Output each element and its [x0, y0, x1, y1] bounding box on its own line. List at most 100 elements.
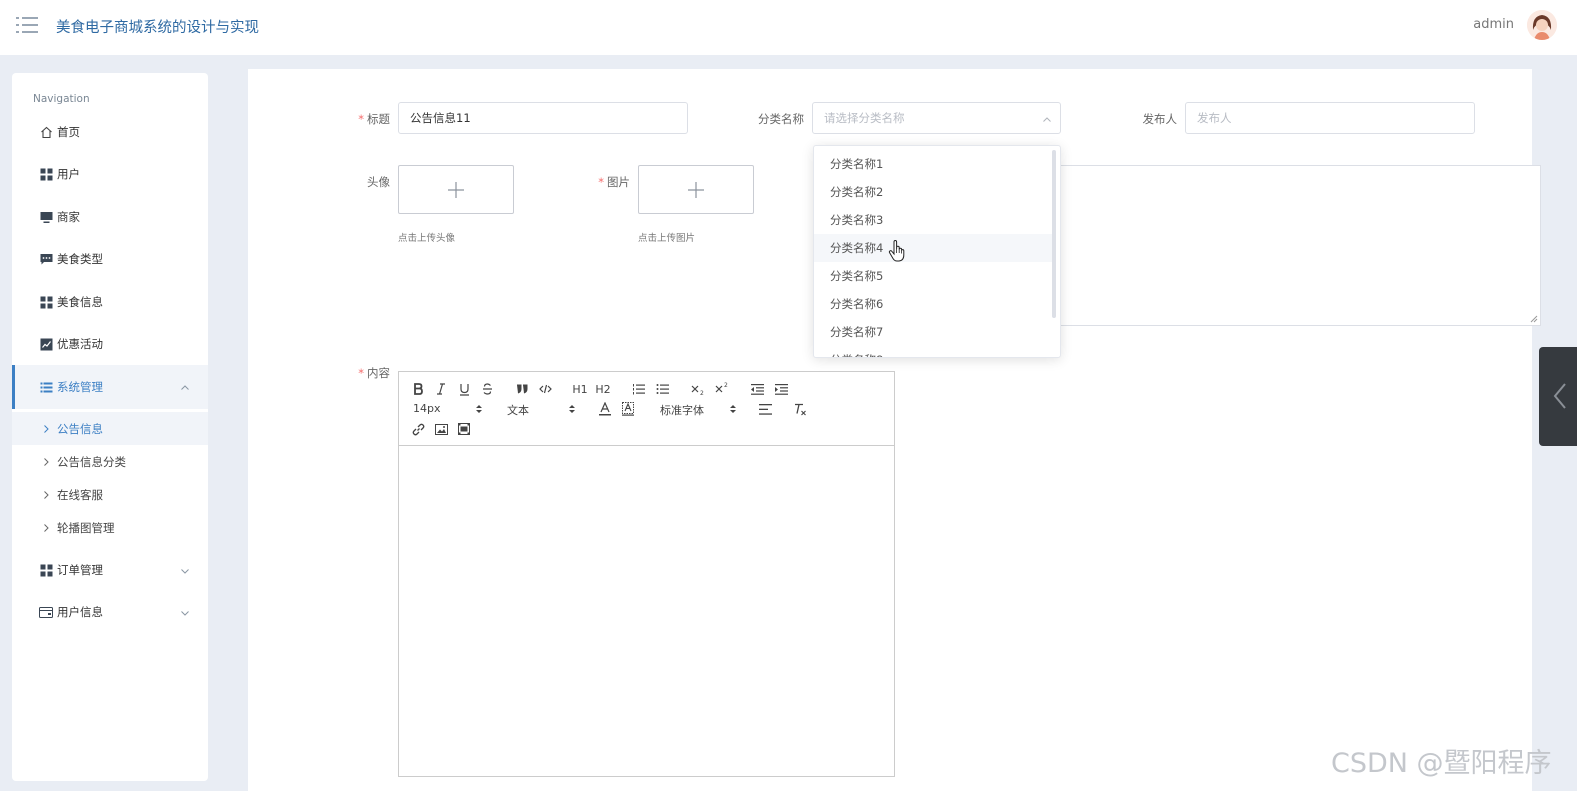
svg-text:2: 2	[700, 390, 704, 395]
rich-text-editor: H1 H2 2 2 14px 文本 标准字体	[398, 371, 895, 777]
font-size-select[interactable]: 14px	[413, 402, 441, 415]
clear-format-icon	[795, 403, 806, 415]
avatar[interactable]	[1527, 10, 1557, 40]
image-button[interactable]	[434, 421, 448, 437]
video-button[interactable]	[457, 421, 471, 437]
bold-button[interactable]	[411, 381, 425, 397]
outdent-button[interactable]	[750, 381, 764, 397]
sidebar: Navigation 首页 用户 商家 美食类型 美食信息 优惠活动 系统管理 …	[12, 73, 208, 781]
sidebar-item-promotions[interactable]: 优惠活动	[12, 327, 208, 361]
image-upload[interactable]	[638, 165, 754, 214]
sidebar-item-orders[interactable]: 订单管理	[12, 553, 208, 587]
chevron-right-icon	[41, 523, 51, 533]
sidebar-item-system[interactable]: 系统管理	[12, 365, 208, 409]
category-select[interactable]: 请选择分类名称	[812, 102, 1061, 134]
required-mark: *	[598, 175, 604, 189]
sidebar-item-merchants[interactable]: 商家	[12, 200, 208, 234]
sidebar-subitem-label: 在线客服	[57, 487, 103, 502]
menu-toggle-icon[interactable]	[16, 15, 38, 35]
avatar-label: 头像	[367, 175, 390, 189]
content-label: * 内容	[340, 365, 390, 381]
sidebar-item-user-info[interactable]: 用户信息	[12, 595, 208, 629]
subscript-button[interactable]: 2	[690, 381, 706, 397]
bullet-list-button[interactable]	[655, 381, 669, 397]
select-updown-icon	[729, 403, 737, 415]
grid-icon	[39, 295, 53, 309]
nav-heading: Navigation	[33, 93, 90, 105]
align-button[interactable]	[758, 401, 772, 417]
bullet-list-icon	[656, 384, 669, 394]
link-button[interactable]	[411, 421, 425, 437]
sidebar-item-home[interactable]: 首页	[12, 115, 208, 149]
hand-cursor-icon	[888, 239, 906, 262]
sidebar-item-food-info[interactable]: 美食信息	[12, 285, 208, 319]
indent-button[interactable]	[774, 381, 788, 397]
plus-icon	[447, 181, 465, 199]
superscript-button[interactable]: 2	[714, 380, 730, 396]
strikethrough-icon	[482, 383, 492, 395]
ordered-list-button[interactable]	[631, 381, 645, 397]
chevron-right-icon	[41, 424, 51, 434]
app-title: 美食电子商城系统的设计与实现	[56, 20, 259, 36]
font-color-icon	[599, 402, 611, 416]
image-label: * 图片	[580, 174, 630, 190]
publisher-input[interactable]: 发布人	[1185, 102, 1475, 134]
header-select[interactable]: 文本	[507, 402, 529, 418]
italic-button[interactable]	[434, 381, 448, 397]
title-input[interactable]: 公告信息11	[398, 102, 688, 134]
user-name[interactable]: admin	[1473, 17, 1514, 32]
h1-button[interactable]: H1	[572, 381, 588, 397]
bold-icon	[414, 383, 423, 395]
italic-icon	[437, 383, 445, 395]
dropdown-scrollbar[interactable]	[1052, 150, 1056, 318]
font-color-button[interactable]	[598, 401, 612, 417]
side-panel-toggle[interactable]	[1539, 347, 1577, 446]
required-mark: *	[358, 112, 364, 126]
dropdown-option[interactable]: 分类名称2	[814, 178, 1054, 206]
background-color-icon	[622, 402, 634, 416]
dropdown-option[interactable]: 分类名称7	[814, 318, 1054, 346]
sidebar-subitem-carousel[interactable]: 轮播图管理	[12, 511, 208, 544]
title-label: * 标题	[340, 111, 390, 127]
required-mark: *	[358, 366, 364, 380]
textarea-field[interactable]	[1060, 165, 1541, 326]
sidebar-subitem-label: 轮播图管理	[57, 520, 115, 535]
resize-handle-icon[interactable]	[1530, 315, 1538, 323]
category-placeholder: 请选择分类名称	[824, 111, 905, 125]
sidebar-item-label: 商家	[57, 210, 80, 224]
background-color-button[interactable]	[621, 401, 635, 417]
avatar-upload[interactable]	[398, 165, 514, 214]
select-updown-icon	[568, 403, 576, 415]
svg-text:2: 2	[724, 382, 728, 389]
select-updown-icon	[475, 403, 483, 415]
h2-button[interactable]: H2	[595, 381, 611, 397]
font-family-select[interactable]: 标准字体	[660, 402, 704, 418]
content-label-text: 内容	[367, 366, 390, 380]
avatar-upload-tip: 点击上传头像	[398, 233, 456, 244]
wallet-icon	[39, 605, 53, 619]
sidebar-item-food-types[interactable]: 美食类型	[12, 242, 208, 276]
editor-body[interactable]	[399, 446, 894, 776]
dropdown-option[interactable]: 分类名称5	[814, 262, 1054, 290]
sidebar-subitem-notices[interactable]: 公告信息	[12, 412, 208, 445]
grid-icon	[39, 563, 53, 577]
underline-button[interactable]	[457, 381, 471, 397]
dropdown-option-hovered[interactable]: 分类名称4	[814, 234, 1054, 262]
sidebar-item-label: 优惠活动	[57, 337, 103, 351]
dropdown-option[interactable]: 分类名称6	[814, 290, 1054, 318]
list-icon	[39, 380, 53, 394]
chevron-up-icon	[1042, 114, 1052, 124]
sidebar-subitem-label: 公告信息	[57, 421, 103, 436]
sidebar-subitem-notice-categories[interactable]: 公告信息分类	[12, 445, 208, 478]
category-label: 分类名称	[758, 112, 804, 126]
blockquote-button[interactable]	[515, 381, 529, 397]
strike-button[interactable]	[480, 381, 494, 397]
code-button[interactable]	[538, 381, 552, 397]
clear-format-button[interactable]	[793, 401, 807, 417]
dropdown-option[interactable]: 分类名称8	[814, 346, 1054, 357]
dropdown-option[interactable]: 分类名称1	[814, 150, 1054, 178]
dropdown-option[interactable]: 分类名称3	[814, 206, 1054, 234]
sidebar-item-users[interactable]: 用户	[12, 157, 208, 191]
underline-icon	[459, 383, 469, 396]
sidebar-subitem-online-service[interactable]: 在线客服	[12, 478, 208, 511]
